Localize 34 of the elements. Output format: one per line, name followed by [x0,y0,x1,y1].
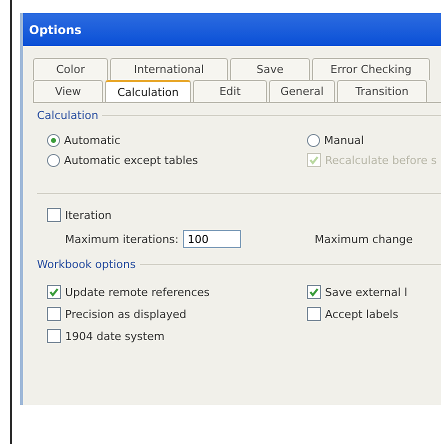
radio-button[interactable] [47,134,60,147]
tab[interactable]: Edit [193,80,267,102]
checkbox[interactable] [47,285,61,299]
tab[interactable]: Save [230,58,310,80]
checkbox-label: Recalculate before s [325,154,437,166]
tab[interactable]: International [110,58,228,80]
tab[interactable]: General [269,80,335,102]
radio-button[interactable] [307,134,320,147]
group-title: Workbook options [37,258,136,271]
checkbox[interactable] [307,307,321,321]
field-label: Maximum iterations: [65,232,179,246]
field-label: Maximum change [314,232,413,246]
radio-label: Manual [324,134,364,147]
radio-button[interactable] [47,154,60,166]
checkbox[interactable] [47,208,61,222]
tab[interactable]: Color [33,58,108,80]
checkbox-label: Precision as displayed [65,308,186,320]
checkbox-label: Update remote references [65,286,210,298]
checkbox-label: 1904 date system [65,330,165,342]
radio-label: Automatic except tables [64,154,198,166]
tab[interactable]: View [33,80,103,102]
tab[interactable]: Transition [337,80,427,102]
checkbox-label: Iteration [65,208,112,222]
tab[interactable]: Calculation [105,80,191,102]
group-title: Calculation [37,109,98,122]
checkbox[interactable] [307,285,321,299]
tab[interactable]: Error Checking [312,58,430,80]
checkbox-label: Save external l [325,286,408,298]
iterations-field[interactable]: 100 [182,230,241,248]
checkbox[interactable] [47,307,61,321]
checkbox-label: Accept labels [325,308,398,320]
radio-label: Automatic [64,134,120,147]
window-title: Options [29,22,82,36]
checkbox[interactable] [47,329,61,343]
